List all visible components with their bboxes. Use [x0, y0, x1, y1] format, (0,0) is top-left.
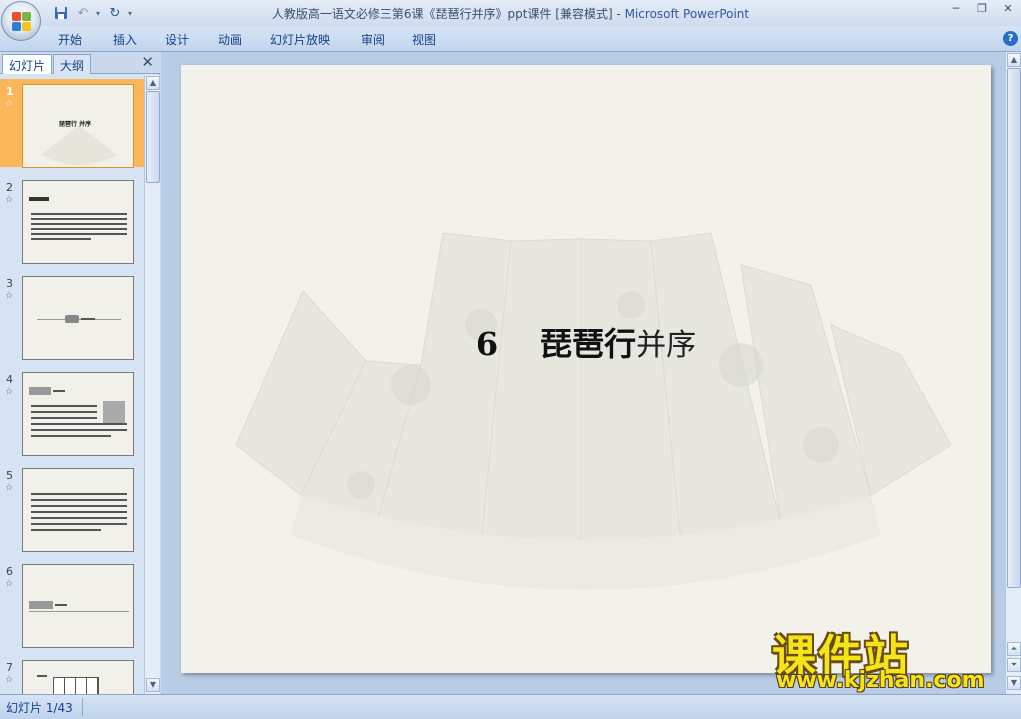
thumbnail-item[interactable]: 5 ☆ [0, 463, 144, 552]
slide-number: 3 [6, 277, 13, 290]
slide-scrollbar[interactable]: ▲ ⏶ ⏷ ▼ [1005, 52, 1021, 694]
slide-counter: 幻灯片 1/43 [6, 701, 73, 715]
transition-icon: ☆ [5, 675, 14, 685]
scroll-thumb[interactable] [1007, 68, 1021, 588]
close-icon[interactable]: ✕ [999, 2, 1017, 16]
tab-outline[interactable]: 大纲 [53, 54, 92, 74]
tab-home[interactable]: 开始 [58, 31, 82, 48]
window-controls: ─ ❐ ✕ [947, 2, 1017, 16]
title-bar: ↶ ▾ ↻ ▾ 人教版高一语文必修三第6课《琵琶行并序》ppt课件 [兼容模式]… [0, 0, 1021, 41]
thumbnail-item[interactable]: 6 ☆ [0, 559, 144, 648]
slides-pane: 幻灯片 大纲 ✕ 1 ☆ 琵琶行 并序 2 ☆ 3 ☆ 4 ☆ 5 ☆ 6 ☆ … [0, 52, 160, 694]
scroll-up-icon[interactable]: ▲ [146, 76, 160, 90]
status-bar: 幻灯片 1/43 [0, 694, 1021, 719]
current-slide[interactable]: 6 琵琶行并序 [181, 65, 991, 673]
slide-thumbnail [22, 180, 134, 264]
office-logo-icon [12, 12, 32, 32]
tab-design[interactable]: 设计 [165, 31, 189, 48]
transition-icon: ☆ [5, 483, 14, 493]
thumbnail-item[interactable]: 1 ☆ 琵琶行 并序 [0, 79, 144, 168]
transition-icon: ☆ [5, 195, 14, 205]
slide-number: 7 [6, 661, 13, 674]
pane-tabs: 幻灯片 大纲 ✕ [0, 52, 160, 74]
status-divider [82, 698, 83, 716]
thumbnail-list: 1 ☆ 琵琶行 并序 2 ☆ 3 ☆ 4 ☆ 5 ☆ 6 ☆ 7 ☆ [0, 75, 144, 694]
watermark-url: www.kjzhan.com [776, 668, 985, 693]
tab-insert[interactable]: 插入 [113, 31, 137, 48]
scroll-thumb[interactable] [146, 91, 160, 183]
slide-number: 5 [6, 469, 13, 482]
thumbnail-title: 琵琶行 并序 [59, 121, 92, 128]
window-title: 人教版高一语文必修三第6课《琵琶行并序》ppt课件 [兼容模式] - Micro… [271, 7, 750, 21]
close-icon[interactable]: ✕ [141, 54, 154, 70]
slide-thumbnail [22, 660, 134, 694]
slide-number: 4 [6, 373, 13, 386]
fan-background-image [235, 232, 952, 590]
thumbnail-item[interactable]: 3 ☆ [0, 271, 144, 360]
minimize-icon[interactable]: ─ [947, 2, 965, 16]
restore-icon[interactable]: ❐ [973, 2, 991, 16]
watermark-logo: 课件站 www.kjzhan.com [768, 620, 1004, 693]
slide-number: 2 [6, 181, 13, 194]
tab-view[interactable]: 视图 [412, 31, 436, 48]
previous-slide-icon[interactable]: ⏶ [1007, 642, 1021, 656]
scroll-up-icon[interactable]: ▲ [1007, 53, 1021, 67]
slide-thumbnail [22, 564, 134, 648]
office-button[interactable] [1, 1, 41, 41]
scroll-down-icon[interactable]: ▼ [1007, 676, 1021, 690]
slide-thumbnail [22, 372, 134, 456]
slide-number: 6 [6, 565, 13, 578]
title-sub: 并序 [636, 328, 697, 363]
thumbnail-item[interactable]: 2 ☆ [0, 175, 144, 264]
transition-icon: ☆ [5, 291, 14, 301]
transition-icon: ☆ [5, 579, 14, 589]
slide-number: 1 [6, 85, 14, 98]
thumbnail-item[interactable]: 7 ☆ [0, 655, 144, 694]
thumbnail-item[interactable]: 4 ☆ [0, 367, 144, 456]
slide-thumbnail [22, 276, 134, 360]
tab-animations[interactable]: 动画 [218, 31, 242, 48]
title-main: 琵琶行 [540, 325, 637, 363]
slide-title[interactable]: 6 琵琶行并序 [181, 319, 991, 365]
lesson-number: 6 [475, 325, 499, 363]
slide-editor: 6 琵琶行并序 [161, 52, 1005, 694]
scroll-down-icon[interactable]: ▼ [146, 678, 160, 692]
transition-icon: ☆ [5, 387, 14, 397]
tab-review[interactable]: 审阅 [361, 31, 385, 48]
slide-thumbnail: 琵琶行 并序 [22, 84, 134, 168]
tab-slides[interactable]: 幻灯片 [2, 54, 53, 74]
next-slide-icon[interactable]: ⏷ [1007, 658, 1021, 672]
help-icon[interactable]: ? [1003, 31, 1018, 46]
transition-icon: ☆ [5, 99, 14, 109]
thumbnail-scrollbar[interactable]: ▲ ▼ [144, 75, 160, 694]
slide-thumbnail [22, 468, 134, 552]
tab-slide-show[interactable]: 幻灯片放映 [270, 31, 330, 48]
ribbon-tab-bar: 开始 插入 设计 动画 幻灯片放映 审阅 视图 ? [0, 26, 1021, 52]
